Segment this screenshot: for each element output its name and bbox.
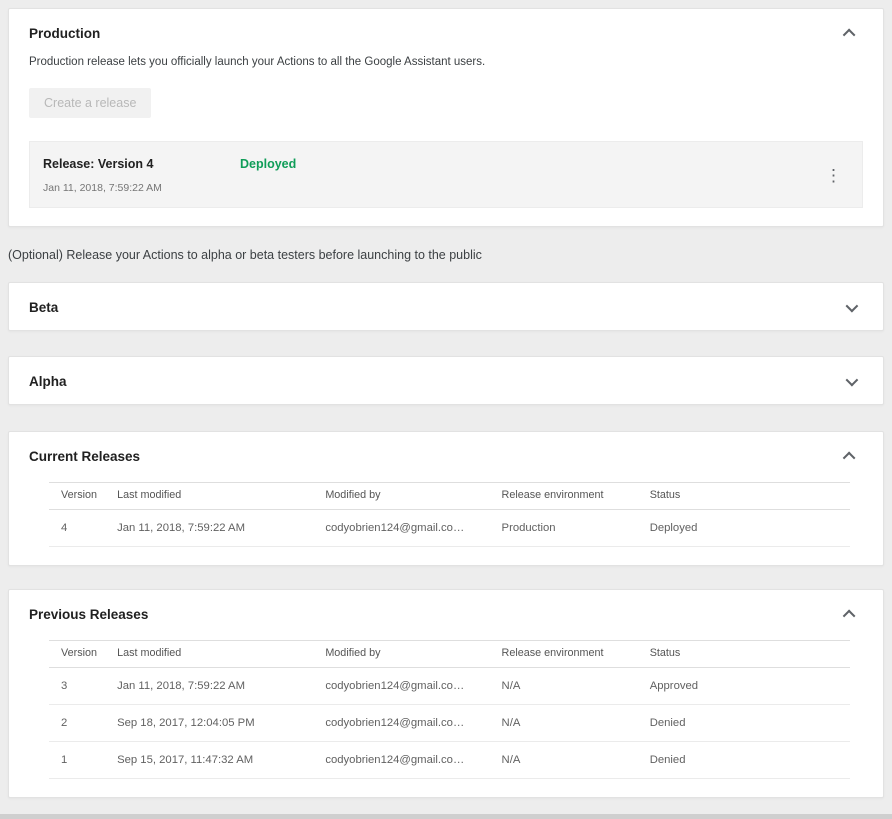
release-card: Release: Version 4 Deployed Jan 11, 2018… — [29, 141, 863, 208]
production-panel: Production Production release lets you o… — [8, 8, 884, 227]
beta-panel-title: Beta — [29, 300, 58, 315]
release-headline: Release: Version 4 Deployed — [43, 157, 821, 171]
previous-releases-title: Previous Releases — [29, 607, 148, 622]
column-header: Modified by — [313, 641, 489, 668]
release-info: Release: Version 4 Deployed Jan 11, 2018… — [43, 157, 821, 194]
production-description: Production release lets you officially l… — [9, 56, 883, 68]
table-cell: Deployed — [638, 510, 850, 547]
table-cell: Approved — [638, 668, 850, 705]
chevron-down-icon[interactable] — [846, 300, 859, 313]
alpha-panel-header[interactable]: Alpha — [9, 357, 883, 404]
table-cell: 2 — [49, 705, 105, 742]
table-row: 4Jan 11, 2018, 7:59:22 AMcodyobrien124@g… — [49, 510, 850, 547]
column-header: Status — [638, 483, 850, 510]
table-cell: codyobrien124@gmail.co… — [313, 705, 489, 742]
column-header: Version — [49, 641, 105, 668]
previous-releases-panel: Previous Releases VersionLast modifiedMo… — [8, 589, 884, 798]
table-cell: N/A — [490, 705, 638, 742]
release-title: Release: Version 4 — [43, 157, 240, 171]
table-cell: Sep 18, 2017, 12:04:05 PM — [105, 705, 313, 742]
table-cell: N/A — [490, 668, 638, 705]
table-cell: codyobrien124@gmail.co… — [313, 510, 489, 547]
column-header: Release environment — [490, 483, 638, 510]
table-cell: N/A — [490, 742, 638, 779]
current-releases-header[interactable]: Current Releases — [9, 432, 883, 479]
chevron-up-icon[interactable] — [843, 610, 856, 623]
column-header: Last modified — [105, 641, 313, 668]
table-cell: 1 — [49, 742, 105, 779]
production-panel-title: Production — [29, 26, 100, 41]
column-header: Status — [638, 641, 850, 668]
table-cell: codyobrien124@gmail.co… — [313, 668, 489, 705]
previous-releases-header[interactable]: Previous Releases — [9, 590, 883, 637]
table-cell: Denied — [638, 705, 850, 742]
table-row: 3Jan 11, 2018, 7:59:22 AMcodyobrien124@g… — [49, 668, 850, 705]
table-cell: Sep 15, 2017, 11:47:32 AM — [105, 742, 313, 779]
current-releases-panel: Current Releases VersionLast modifiedMod… — [8, 431, 884, 566]
kebab-menu-icon[interactable]: ⋮ — [821, 167, 846, 184]
column-header: Modified by — [313, 483, 489, 510]
create-release-button[interactable]: Create a release — [29, 88, 151, 118]
column-header: Version — [49, 483, 105, 510]
chevron-up-icon[interactable] — [843, 452, 856, 465]
release-status-badge: Deployed — [240, 157, 296, 171]
column-header: Last modified — [105, 483, 313, 510]
table-cell: Production — [490, 510, 638, 547]
table-cell: Jan 11, 2018, 7:59:22 AM — [105, 668, 313, 705]
page-bottom-edge — [0, 814, 892, 819]
table-cell: codyobrien124@gmail.co… — [313, 742, 489, 779]
current-releases-title: Current Releases — [29, 449, 140, 464]
table-row: 2Sep 18, 2017, 12:04:05 PMcodyobrien124@… — [49, 705, 850, 742]
alpha-panel: Alpha — [8, 356, 884, 405]
beta-panel-header[interactable]: Beta — [9, 283, 883, 330]
releases-page: Production Production release lets you o… — [0, 0, 892, 806]
table-header-row: VersionLast modifiedModified byRelease e… — [49, 641, 850, 668]
table-cell: Jan 11, 2018, 7:59:22 AM — [105, 510, 313, 547]
chevron-up-icon[interactable] — [843, 29, 856, 42]
column-header: Release environment — [490, 641, 638, 668]
table-header-row: VersionLast modifiedModified byRelease e… — [49, 483, 850, 510]
table-cell: Denied — [638, 742, 850, 779]
optional-note: (Optional) Release your Actions to alpha… — [8, 248, 884, 262]
table-row: 1Sep 15, 2017, 11:47:32 AMcodyobrien124@… — [49, 742, 850, 779]
production-panel-header[interactable]: Production — [9, 9, 883, 56]
chevron-down-icon[interactable] — [846, 374, 859, 387]
table-cell: 4 — [49, 510, 105, 547]
alpha-panel-title: Alpha — [29, 374, 67, 389]
previous-releases-table: VersionLast modifiedModified byRelease e… — [49, 640, 850, 779]
table-cell: 3 — [49, 668, 105, 705]
current-releases-table: VersionLast modifiedModified byRelease e… — [49, 482, 850, 547]
beta-panel: Beta — [8, 282, 884, 331]
release-timestamp: Jan 11, 2018, 7:59:22 AM — [43, 182, 821, 194]
